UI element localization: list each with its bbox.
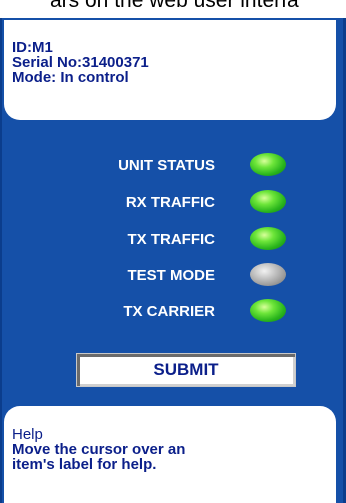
help-card: Help Move the cursor over an item's labe… (4, 406, 336, 503)
help-text-line-1: Move the cursor over an (12, 441, 186, 458)
status-label-unit-status[interactable]: UNIT STATUS (118, 157, 215, 174)
status-row-tx-carrier: TX CARRIER (2, 294, 343, 328)
cropped-caption-strip: ars on the web user interfa (0, 0, 346, 18)
cropped-caption-text: ars on the web user interfa (50, 0, 299, 12)
serial-number: Serial No:31400371 (12, 54, 149, 71)
status-row-unit-status: UNIT STATUS (2, 148, 343, 182)
status-label-tx-carrier[interactable]: TX CARRIER (123, 303, 215, 320)
status-label-test-mode[interactable]: TEST MODE (127, 267, 215, 284)
test-mode-led-icon (250, 263, 286, 286)
device-info-card: ID:M1 Serial No:31400371 Mode: In contro… (4, 20, 336, 120)
help-text-line-2: item's label for help. (12, 456, 157, 473)
unit-status-led-icon (250, 153, 286, 176)
status-row-rx-traffic: RX TRAFFIC (2, 185, 343, 219)
status-panel: ID:M1 Serial No:31400371 Mode: In contro… (0, 18, 346, 503)
status-label-rx-traffic[interactable]: RX TRAFFIC (126, 194, 215, 211)
control-mode: Mode: In control (12, 69, 129, 86)
device-id: ID:M1 (12, 39, 53, 56)
submit-button[interactable]: SUBMIT (76, 353, 296, 387)
tx-traffic-led-icon (250, 227, 286, 250)
help-title: Help (12, 426, 43, 443)
status-row-tx-traffic: TX TRAFFIC (2, 222, 343, 256)
status-row-test-mode: TEST MODE (2, 258, 343, 292)
tx-carrier-led-icon (250, 299, 286, 322)
rx-traffic-led-icon (250, 190, 286, 213)
status-label-tx-traffic[interactable]: TX TRAFFIC (128, 231, 216, 248)
